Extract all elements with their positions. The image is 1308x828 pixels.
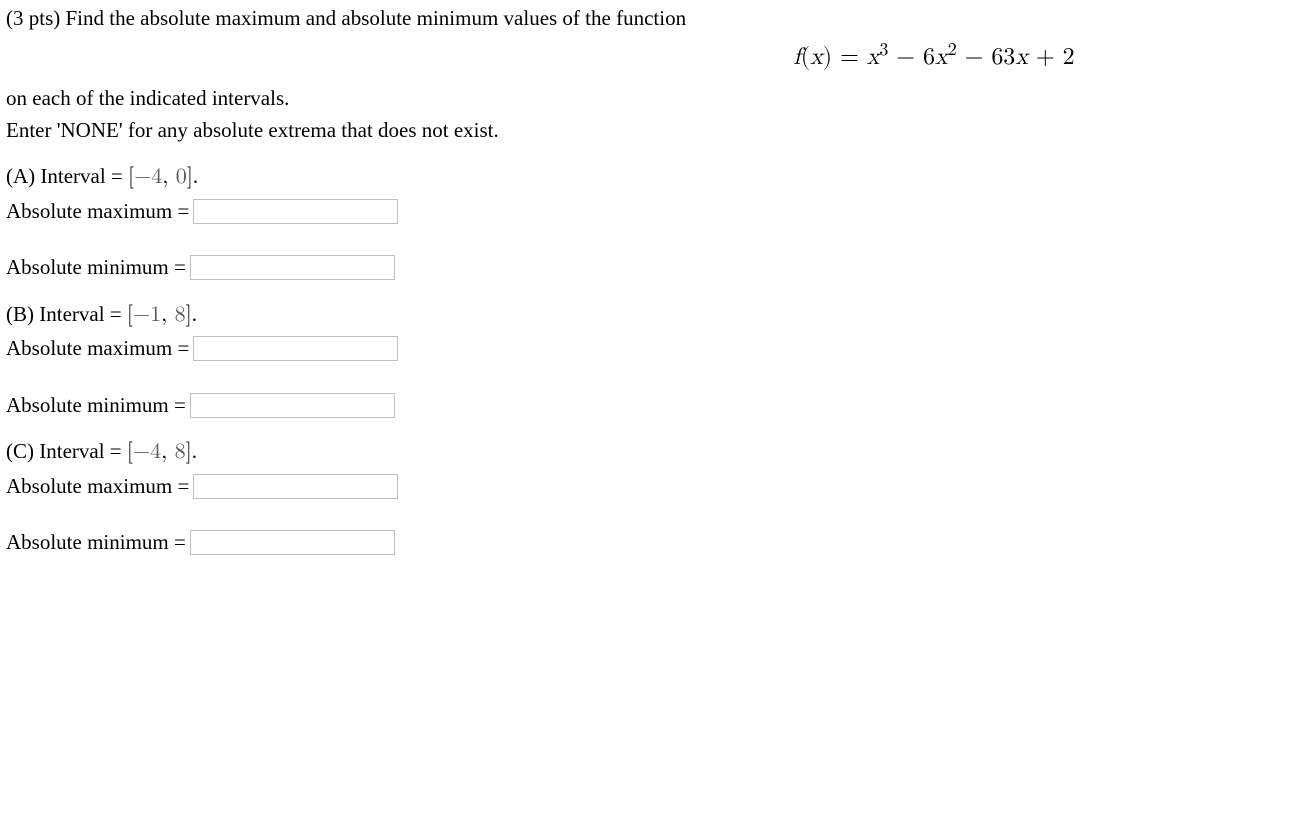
interval-label: Interval =	[40, 164, 128, 188]
interval-B-a: −1	[133, 304, 161, 326]
function-formula: f(x) = x3 − 6x2 − 63x + 2	[6, 38, 1302, 73]
formula-minus2: −	[957, 45, 992, 69]
part-C-max-input[interactable]	[193, 474, 398, 499]
interval-A-b: 0	[176, 166, 187, 188]
interval-B-b: 8	[175, 304, 186, 326]
abs-max-label: Absolute maximum =	[6, 197, 189, 225]
problem-intro-line-2: on each of the indicated intervals.	[6, 84, 1302, 112]
interval-A-a: −4	[134, 166, 162, 188]
interval-C-b: 8	[175, 441, 186, 463]
interval-label: Interval =	[39, 302, 127, 326]
problem-intro-line-3: Enter 'NONE' for any absolute extrema th…	[6, 116, 1302, 144]
part-C-interval-line: (C) Interval = [−4, 8].	[6, 437, 1302, 468]
formula-x: x	[810, 45, 823, 69]
formula-term4: 2	[1063, 45, 1075, 69]
formula-f: f	[793, 45, 800, 69]
interval-label: Interval =	[39, 439, 127, 463]
abs-max-label: Absolute maximum =	[6, 472, 189, 500]
formula-term1-var: x	[867, 45, 880, 69]
part-A-interval-line: (A) Interval = [−4, 0].	[6, 162, 1302, 193]
abs-min-label: Absolute minimum =	[6, 253, 186, 281]
part-A-min-row: Absolute minimum =	[6, 253, 1302, 281]
part-C-min-input[interactable]	[190, 530, 395, 555]
points-label: (3 pts)	[6, 6, 66, 30]
dot: .	[193, 164, 198, 188]
dot: .	[192, 302, 197, 326]
comma: ,	[161, 441, 174, 463]
formula-minus1: −	[888, 45, 923, 69]
part-B-min-row: Absolute minimum =	[6, 391, 1302, 419]
part-B-interval-line: (B) Interval = [−1, 8].	[6, 300, 1302, 331]
part-C-max-row: Absolute maximum =	[6, 472, 1302, 500]
formula-open: (	[801, 45, 810, 69]
part-B-max-input[interactable]	[193, 336, 398, 361]
part-B-max-row: Absolute maximum =	[6, 334, 1302, 362]
interval-C-a: −4	[133, 441, 161, 463]
part-B: (B) Interval = [−1, 8]. Absolute maximum…	[6, 300, 1302, 419]
formula-term2-coef: 6	[923, 45, 935, 69]
formula-term3-coef: 63	[991, 45, 1015, 69]
formula-close: )	[823, 45, 832, 69]
abs-min-label: Absolute minimum =	[6, 528, 186, 556]
part-A-max-input[interactable]	[193, 199, 398, 224]
formula-eq: =	[832, 45, 867, 69]
comma: ,	[161, 304, 174, 326]
part-A-letter: (A)	[6, 164, 40, 188]
comma: ,	[162, 166, 175, 188]
problem-intro-line-1: (3 pts) Find the absolute maximum and ab…	[6, 4, 1302, 32]
formula-plus: +	[1028, 45, 1063, 69]
abs-min-label: Absolute minimum =	[6, 391, 186, 419]
part-A-max-row: Absolute maximum =	[6, 197, 1302, 225]
part-B-min-input[interactable]	[190, 393, 395, 418]
formula-term2-var: x	[935, 45, 948, 69]
formula-term3-var: x	[1015, 45, 1028, 69]
part-C-min-row: Absolute minimum =	[6, 528, 1302, 556]
part-C-letter: (C)	[6, 439, 39, 463]
part-B-letter: (B)	[6, 302, 39, 326]
intro-text-1: Find the absolute maximum and absolute m…	[66, 6, 687, 30]
part-A-min-input[interactable]	[190, 255, 395, 280]
part-C: (C) Interval = [−4, 8]. Absolute maximum…	[6, 437, 1302, 556]
dot: .	[192, 439, 197, 463]
abs-max-label: Absolute maximum =	[6, 334, 189, 362]
formula-term2-pow: 2	[948, 41, 957, 59]
part-A: (A) Interval = [−4, 0]. Absolute maximum…	[6, 162, 1302, 281]
